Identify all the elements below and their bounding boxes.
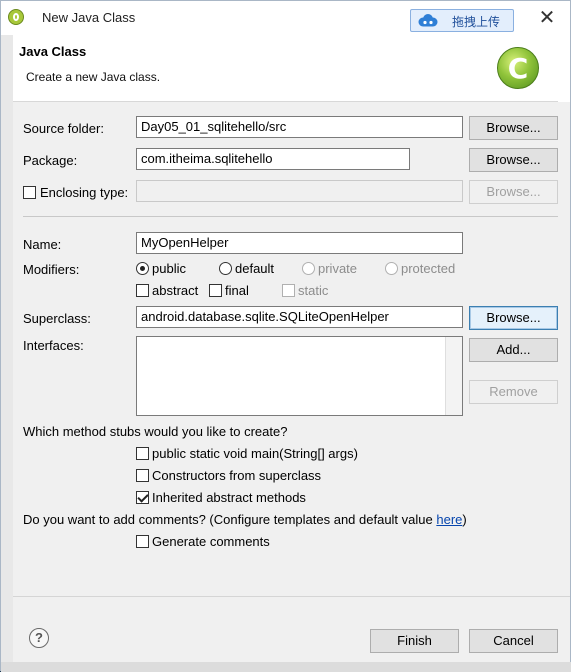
interfaces-label: Interfaces: <box>23 338 84 353</box>
constructors-label: Constructors from superclass <box>152 468 322 483</box>
window-title: New Java Class <box>42 10 136 25</box>
enclosing-type-field <box>136 180 463 202</box>
static-label: static <box>298 283 329 298</box>
drag-upload-button[interactable]: 拖拽上传 <box>410 9 514 32</box>
method-stubs-question: Which method stubs would you like to cre… <box>23 424 288 439</box>
form-area: Source folder: Day05_01_sqlitehello/src … <box>13 102 570 596</box>
configure-templates-link[interactable]: here <box>436 512 462 527</box>
package-label: Package: <box>23 153 78 168</box>
new-java-class-dialog: New Java Class 拖拽上传 ✕ Java Class Create … <box>0 0 571 672</box>
interfaces-list[interactable] <box>136 336 463 416</box>
cancel-button[interactable]: Cancel <box>469 629 558 653</box>
inherited-abstract-methods-label: Inherited abstract methods <box>152 490 306 505</box>
source-folder-label: Source folder: <box>23 121 104 136</box>
constructors-checkbox[interactable] <box>136 469 149 482</box>
java-class-icon: C <box>497 47 539 89</box>
divider <box>23 216 558 217</box>
add-interface-button[interactable]: Add... <box>469 338 558 362</box>
close-icon[interactable]: ✕ <box>534 5 560 31</box>
superclass-browse-button[interactable]: Browse... <box>469 306 558 330</box>
title-bar[interactable]: New Java Class 拖拽上传 ✕ <box>1 1 570 35</box>
superclass-field[interactable]: android.database.sqlite.SQLiteOpenHelper <box>136 306 463 328</box>
package-field[interactable]: com.itheima.sqlitehello <box>136 148 410 170</box>
static-checkbox <box>282 284 295 297</box>
help-icon[interactable]: ? <box>29 628 49 648</box>
modifier-default-label: default <box>235 261 275 276</box>
modifier-protected-label: protected <box>401 261 456 276</box>
modifier-private-radio <box>302 262 315 275</box>
window-left-edge <box>1 35 13 672</box>
final-label: final <box>225 283 249 298</box>
package-browse-button[interactable]: Browse... <box>469 148 558 172</box>
generate-comments-checkbox[interactable] <box>136 535 149 548</box>
comments-question-text: Do you want to add comments? (Configure … <box>23 512 437 527</box>
dialog-footer: ? Finish Cancel <box>13 596 570 662</box>
modifier-public-label: public <box>152 261 186 276</box>
name-field[interactable]: MyOpenHelper <box>136 232 463 254</box>
modifier-private-label: private <box>318 261 358 276</box>
enclosing-type-checkbox[interactable] <box>23 186 36 199</box>
class-icon-letter: C <box>507 52 529 85</box>
name-label: Name: <box>23 237 62 252</box>
source-folder-browse-button[interactable]: Browse... <box>469 116 558 140</box>
enclosing-type-label: Enclosing type: <box>40 185 129 200</box>
main-method-checkbox[interactable] <box>136 447 149 460</box>
dialog-header: Java Class Create a new Java class. C <box>13 35 558 102</box>
superclass-label: Superclass: <box>23 311 91 326</box>
eclipse-app-icon <box>8 9 24 25</box>
source-folder-field[interactable]: Day05_01_sqlitehello/src <box>136 116 463 138</box>
generate-comments-label: Generate comments <box>152 534 270 549</box>
modifier-protected-radio <box>385 262 398 275</box>
enclosing-type-browse-button: Browse... <box>469 180 558 204</box>
page-description: Create a new Java class. <box>26 70 161 84</box>
cloud-icon <box>418 14 438 27</box>
comments-question-close: ) <box>462 512 467 527</box>
main-method-label: public static void main(String[] args) <box>152 446 358 461</box>
page-title: Java Class <box>19 44 87 59</box>
remove-interface-button: Remove <box>469 380 558 404</box>
drag-upload-label: 拖拽上传 <box>452 15 501 29</box>
abstract-label: abstract <box>152 283 199 298</box>
final-checkbox[interactable] <box>209 284 222 297</box>
finish-button[interactable]: Finish <box>370 629 459 653</box>
comments-question: Do you want to add comments? (Configure … <box>23 512 467 527</box>
modifier-public-radio[interactable] <box>136 262 149 275</box>
modifiers-label: Modifiers: <box>23 262 80 277</box>
abstract-checkbox[interactable] <box>136 284 149 297</box>
interfaces-scrollbar[interactable] <box>445 337 462 415</box>
modifier-default-radio[interactable] <box>219 262 232 275</box>
inherited-abstract-methods-checkbox[interactable] <box>136 491 149 504</box>
